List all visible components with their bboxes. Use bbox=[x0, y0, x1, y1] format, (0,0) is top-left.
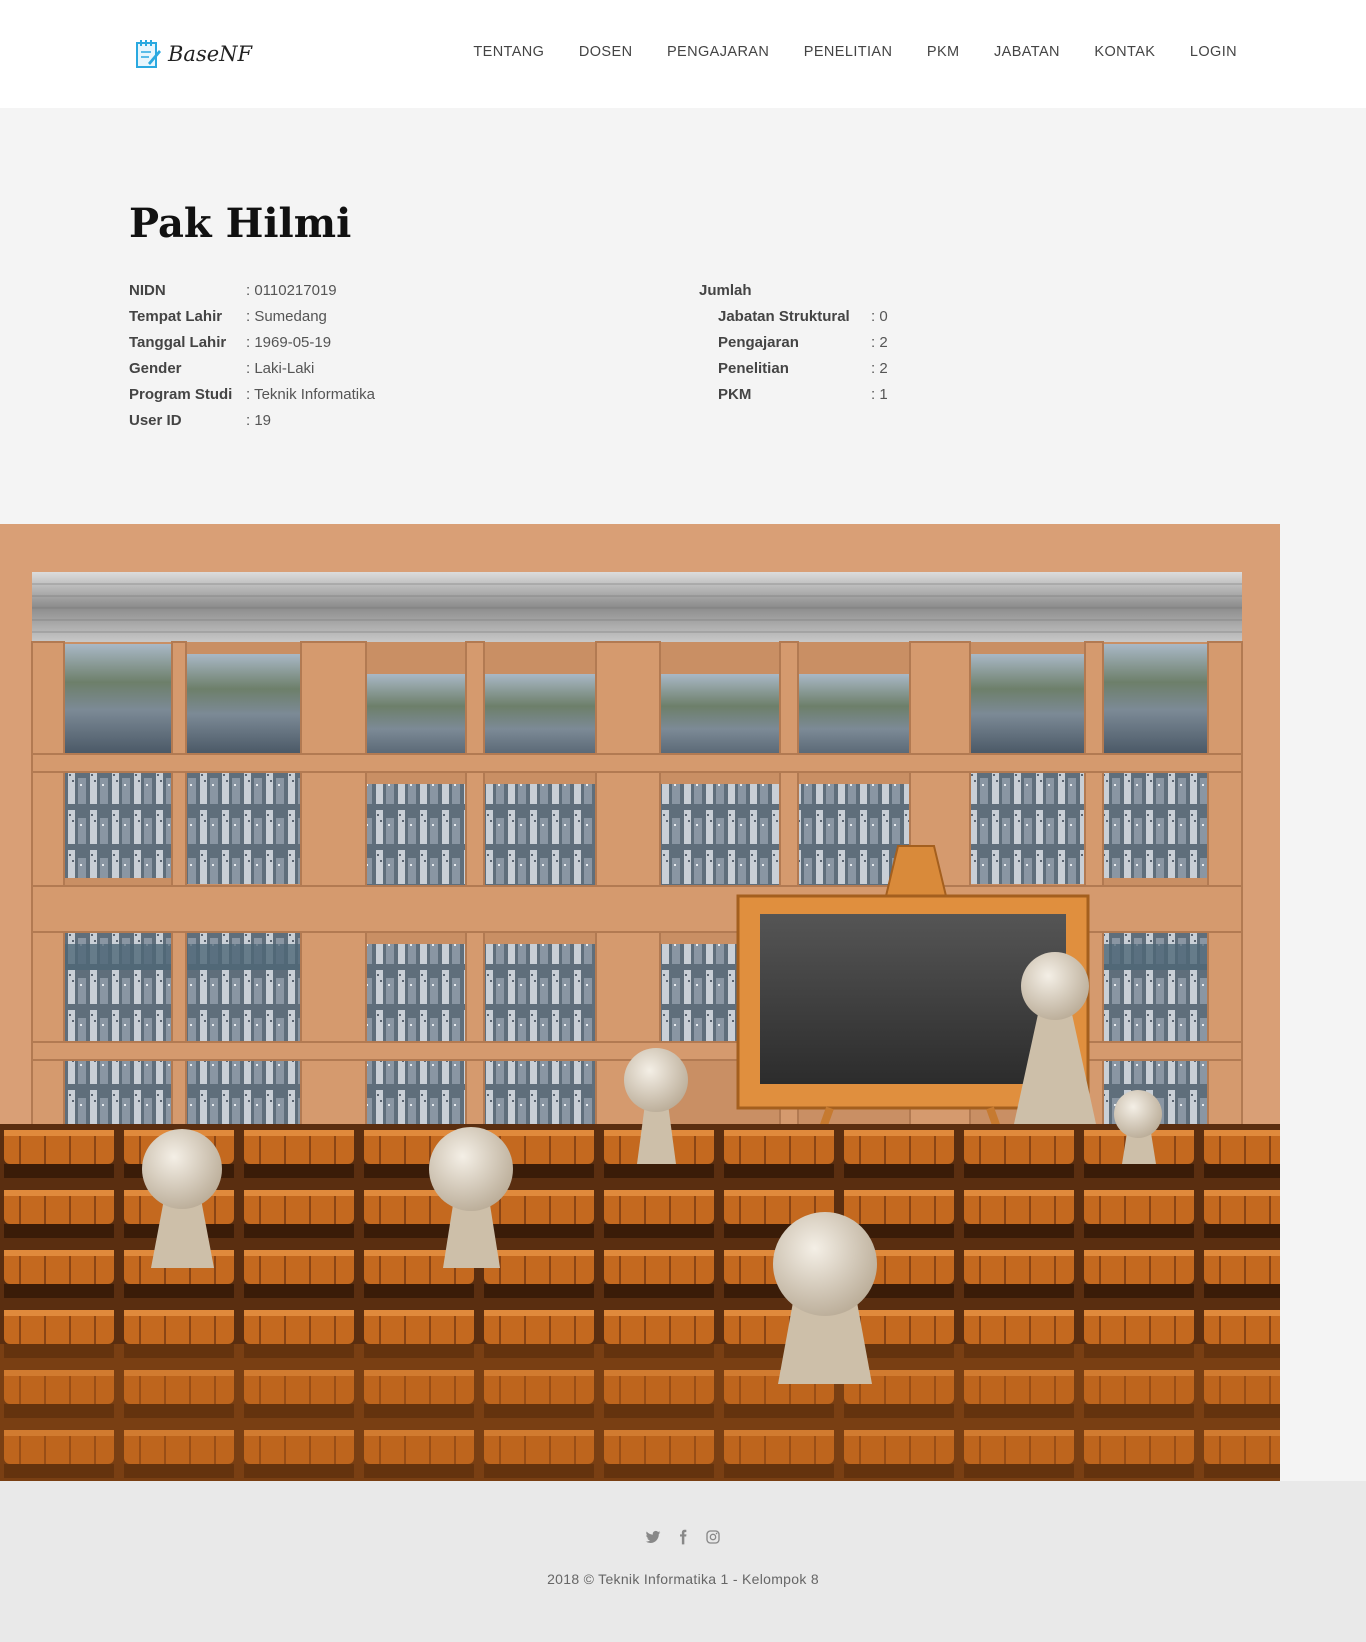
hero-image bbox=[0, 524, 1280, 1481]
nav-pkm[interactable]: PKM bbox=[927, 44, 960, 60]
detail-value: : Sumedang bbox=[246, 308, 327, 325]
twitter-icon[interactable] bbox=[645, 1529, 661, 1545]
detail-row: Gender : Laki-Laki bbox=[129, 356, 375, 382]
page-title: Pak Hilmi bbox=[129, 200, 352, 247]
detail-value: : Laki-Laki bbox=[246, 360, 315, 377]
profile-summary: Jumlah Jabatan Struktural : 0 Pengajaran:… bbox=[699, 278, 888, 408]
social-links bbox=[0, 1529, 1366, 1545]
site-logo[interactable]: BaseNF bbox=[134, 36, 252, 72]
detail-value: : 19 bbox=[246, 412, 272, 429]
detail-row: Tanggal Lahir : 1969-05-19 bbox=[129, 330, 375, 356]
classroom-illustration bbox=[0, 524, 1280, 1481]
nav-jabatan[interactable]: JABATAN bbox=[994, 44, 1060, 60]
summary-value: : 2 bbox=[871, 334, 888, 351]
copyright-text: 2018 © Teknik Informatika 1 - Kelompok 8 bbox=[547, 1571, 819, 1587]
summary-value: : 0 bbox=[871, 308, 888, 325]
instagram-icon[interactable] bbox=[705, 1529, 721, 1545]
nav-kontak[interactable]: KONTAK bbox=[1094, 44, 1155, 60]
summary-label: Pengajaran bbox=[718, 334, 799, 351]
summary-value: : 2 bbox=[871, 360, 888, 377]
notepad-icon bbox=[136, 40, 161, 68]
summary-row: Penelitian : 2 bbox=[699, 356, 888, 382]
summary-row: Jabatan Struktural : 0 bbox=[699, 304, 888, 330]
summary-row: PKM : 1 bbox=[699, 382, 888, 408]
detail-label: Tempat Lahir bbox=[129, 308, 223, 325]
detail-value: : Teknik Informatika bbox=[246, 386, 375, 403]
summary-title: Jumlah bbox=[699, 282, 752, 299]
nav-pengajaran[interactable]: PENGAJARAN bbox=[667, 44, 769, 60]
detail-row: User ID : 19 bbox=[129, 408, 375, 434]
summary-label: PKM bbox=[718, 386, 752, 403]
summary-label: Jabatan Struktural bbox=[718, 308, 850, 325]
hero-gutter bbox=[1280, 524, 1366, 1481]
detail-row: Tempat Lahir : Sumedang bbox=[129, 304, 375, 330]
summary-row: Pengajaran : 2 bbox=[699, 330, 888, 356]
main-nav: TENTANG DOSEN PENGAJARAN PENELITIAN PKM … bbox=[439, 44, 1237, 60]
detail-label: NIDN bbox=[129, 282, 166, 299]
summary-label: Penelitian bbox=[718, 360, 789, 377]
profile-section: Pak Hilmi NIDN : 0110217019 Tempat Lahir:… bbox=[0, 108, 1366, 524]
profile-details: NIDN: 0110217019 Tempat Lahir: Sumedang … bbox=[129, 278, 375, 434]
nav-penelitian[interactable]: PENELITIAN bbox=[804, 44, 893, 60]
detail-label: User ID bbox=[129, 412, 182, 429]
logo-text: BaseNF bbox=[168, 42, 253, 66]
site-header: BaseNF TENTANG DOSEN PENGAJARAN PENELITI… bbox=[0, 0, 1366, 108]
nav-tentang[interactable]: TENTANG bbox=[473, 44, 544, 60]
detail-row: Program Studi : Teknik Informatika bbox=[129, 382, 375, 408]
detail-row: NIDN : 0110217019 bbox=[129, 278, 375, 304]
detail-value: : 1969-05-19 bbox=[246, 334, 332, 351]
site-footer: 2018 © Teknik Informatika 1 - Kelompok 8 bbox=[0, 1481, 1366, 1642]
nav-login[interactable]: LOGIN bbox=[1190, 44, 1237, 60]
summary-value: : 1 bbox=[871, 386, 888, 403]
detail-label: Tanggal Lahir bbox=[129, 334, 227, 351]
detail-label: Gender bbox=[129, 360, 182, 377]
detail-value: : 0110217019 bbox=[246, 282, 337, 299]
nav-dosen[interactable]: DOSEN bbox=[579, 44, 633, 60]
detail-label: Program Studi bbox=[129, 386, 233, 403]
facebook-icon[interactable] bbox=[675, 1529, 691, 1545]
